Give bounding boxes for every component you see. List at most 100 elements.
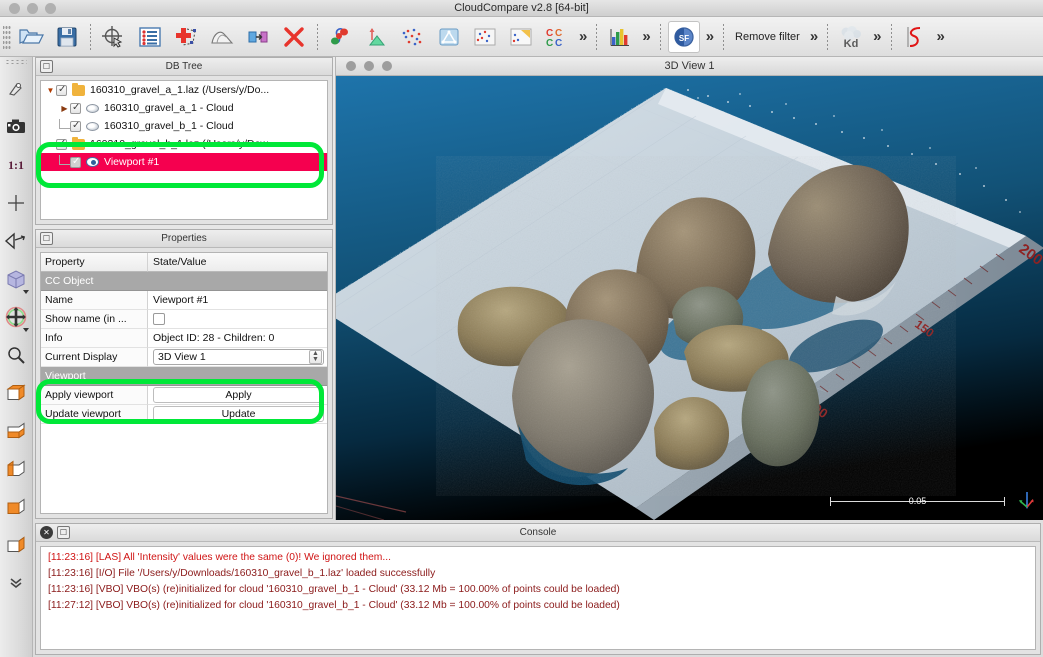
tree-branch-line — [59, 118, 70, 129]
apply-viewport-button[interactable]: Apply — [153, 387, 324, 403]
spinner-arrows-icon[interactable]: ▲ ▼ — [309, 350, 322, 364]
pick-rotation-center-icon[interactable] — [1, 70, 31, 108]
more-chevron-icon[interactable]: » — [575, 29, 591, 44]
svg-text:Kd: Kd — [844, 38, 859, 50]
tree-item-gravel-b-folder[interactable]: ▼ 160310_gravel_b_1.laz (/Users/y/Dow... — [41, 135, 327, 153]
expander-right-icon[interactable]: ▶ — [59, 104, 70, 113]
toolbar-separator — [659, 23, 661, 50]
property-row-apply-viewport: Apply viewport Apply — [41, 386, 327, 405]
tree-item-gravel-a-folder[interactable]: ▼ 160310_gravel_a_1.laz (/Users/y/Do... — [41, 81, 327, 99]
undock-icon[interactable]: ☐ — [40, 60, 53, 73]
undock-icon[interactable]: ☐ — [57, 526, 70, 539]
view-left-icon[interactable] — [1, 450, 31, 488]
view-back-icon[interactable] — [1, 488, 31, 526]
expand-more-icon[interactable] — [1, 564, 31, 602]
cloud-icon — [86, 121, 99, 131]
more-chevron-icon[interactable]: » — [869, 29, 885, 44]
toggle-camera-icon[interactable] — [1, 222, 31, 260]
toolbar-separator — [317, 23, 318, 50]
camera-snapshot-icon[interactable] — [1, 108, 31, 146]
db-tree-title-bar: ☐ DB Tree — [36, 58, 332, 76]
view-top-icon[interactable] — [1, 412, 31, 450]
3d-viewport-canvas[interactable]: 200 150 100 — [336, 76, 1043, 520]
update-viewport-button[interactable]: Update — [153, 406, 324, 422]
visibility-checkbox[interactable] — [56, 138, 67, 150]
property-row-name: Name Viewport #1 — [41, 291, 327, 310]
section-cc-object: CC Object — [41, 272, 327, 291]
undock-icon[interactable]: ☐ — [40, 232, 53, 245]
subsample-icon[interactable] — [397, 21, 429, 53]
toolbar-separator — [723, 23, 725, 50]
zoom-global-icon[interactable] — [1, 336, 31, 374]
db-tree-panel: ☐ DB Tree ▼ 160310_gravel_a_1.laz (/User… — [35, 57, 333, 225]
remove-filter-button[interactable]: Remove filter — [729, 31, 806, 43]
close-icon[interactable]: ✕ — [40, 526, 53, 539]
visibility-checkbox[interactable] — [70, 120, 81, 132]
open-file-icon[interactable] — [15, 21, 47, 53]
visibility-checkbox[interactable] — [70, 102, 81, 114]
segment-icon[interactable] — [206, 21, 238, 53]
kdtree-icon[interactable]: Kd — [835, 21, 867, 53]
cccc-icon[interactable]: C C C C — [541, 21, 573, 53]
property-key: Name — [41, 291, 148, 310]
left-toolbar-drag-handle[interactable] — [5, 59, 27, 66]
point-cloud-render[interactable]: 200 150 100 — [336, 76, 1043, 520]
more-chevron-icon[interactable]: » — [806, 29, 822, 44]
console-line: [11:27:12] [VBO] VBO(s) (re)initialized … — [48, 600, 620, 611]
octree-icon[interactable] — [433, 21, 465, 53]
properties-table[interactable]: Property State/Value CC Object Name View… — [40, 252, 328, 514]
curve-icon[interactable] — [899, 21, 931, 53]
scalar-field-icon[interactable]: SF — [667, 20, 700, 53]
property-key: Current Display — [41, 348, 148, 367]
registration-icon[interactable] — [325, 21, 357, 53]
export-icon[interactable] — [242, 21, 274, 53]
more-chevron-icon[interactable]: » — [638, 29, 654, 44]
title-bar: CloudCompare v2.8 [64-bit] — [0, 0, 1043, 17]
property-row-update-viewport: Update viewport Update — [41, 405, 327, 424]
current-display-value: 3D View 1 — [158, 351, 206, 363]
visibility-checkbox[interactable] — [56, 84, 67, 96]
eye-icon[interactable] — [86, 157, 99, 167]
more-chevron-icon[interactable]: » — [933, 29, 949, 44]
expander-down-icon[interactable]: ▼ — [45, 140, 56, 149]
extract-icon[interactable] — [361, 21, 393, 53]
tree-item-gravel-a-cloud[interactable]: ▶ 160310_gravel_a_1 - Cloud — [41, 99, 327, 117]
tree-item-viewport-1[interactable]: Viewport #1 — [41, 153, 327, 171]
header-property: Property — [41, 253, 148, 272]
global-shift-icon[interactable] — [98, 21, 130, 53]
3d-view-title: 3D View 1 — [664, 60, 715, 72]
add-point-icon[interactable] — [170, 21, 202, 53]
cloud-mesh-icon[interactable] — [505, 21, 537, 53]
save-file-icon[interactable] — [51, 21, 83, 53]
more-chevron-icon[interactable]: » — [702, 29, 718, 44]
toolbar-separator — [827, 23, 829, 50]
tree-item-gravel-b-cloud[interactable]: 160310_gravel_b_1 - Cloud — [41, 117, 327, 135]
visibility-checkbox[interactable] — [70, 156, 81, 168]
window-title: CloudCompare v2.8 [64-bit] — [454, 1, 589, 14]
db-tree-list[interactable]: ▼ 160310_gravel_a_1.laz (/Users/y/Do... … — [40, 80, 328, 220]
chevron-down-icon[interactable] — [23, 328, 29, 332]
show-name-checkbox[interactable] — [153, 313, 165, 325]
translate-rotate-icon[interactable] — [1, 298, 31, 336]
console-log[interactable]: [11:23:16] [LAS] All 'Intensity' values … — [40, 546, 1036, 650]
scale-bar: 0.05 — [830, 494, 1005, 508]
toolbar-drag-handle[interactable] — [3, 23, 11, 50]
expander-down-icon[interactable]: ▼ — [45, 86, 56, 95]
delete-icon[interactable] — [278, 21, 310, 53]
set-pivot-icon[interactable] — [1, 184, 31, 222]
view-front-icon[interactable] — [1, 374, 31, 412]
view-right-icon[interactable] — [1, 526, 31, 564]
properties-panel: ☐ Properties Property State/Value CC Obj… — [35, 229, 333, 519]
properties-list-icon[interactable] — [134, 21, 166, 53]
cloud-compare-icon[interactable] — [469, 21, 501, 53]
console-line: [11:23:16] [VBO] VBO(s) (re)initialized … — [48, 584, 620, 595]
histogram-icon[interactable] — [604, 21, 636, 53]
zoom-one-to-one-icon[interactable]: 1:1 — [1, 146, 31, 184]
property-key: Update viewport — [41, 405, 148, 424]
properties-header-row: Property State/Value — [41, 253, 327, 272]
properties-title: Properties — [161, 233, 207, 244]
3d-view-title-bar: 3D View 1 — [336, 57, 1043, 76]
chevron-down-icon[interactable] — [23, 290, 29, 294]
cube-default-view-icon[interactable] — [1, 260, 31, 298]
current-display-combobox[interactable]: 3D View 1 ▲ ▼ — [153, 349, 324, 365]
